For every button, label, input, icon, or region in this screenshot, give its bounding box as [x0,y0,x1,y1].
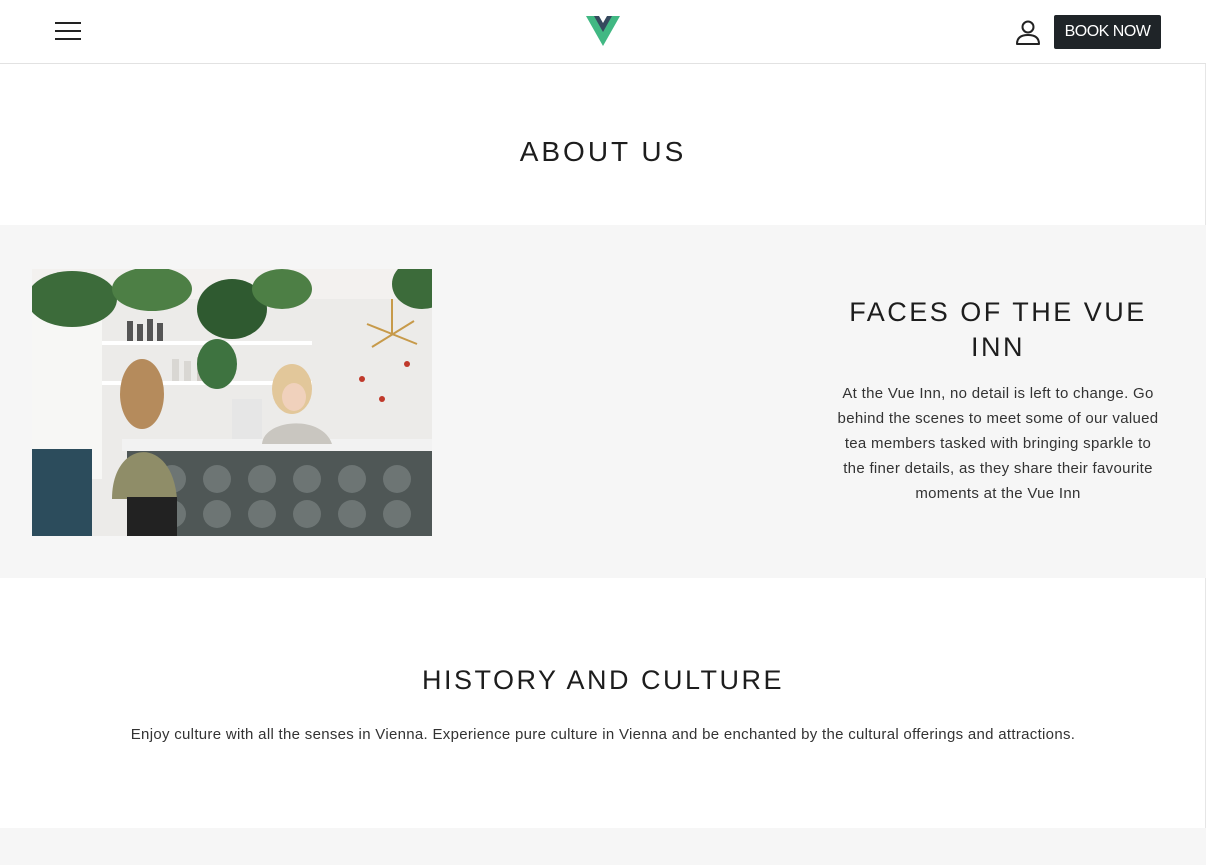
reception-photo [32,269,432,536]
page-title: ABOUT US [519,136,687,167]
hamburger-menu-icon[interactable] [55,22,81,42]
faces-text-block: FACES OF THE VUE INN At the Vue Inn, no … [833,295,1163,506]
faces-description: At the Vue Inn, no detail is left to cha… [837,385,1159,502]
book-now-button[interactable]: BOOK NOW [1054,15,1161,49]
next-section-band [0,828,1206,865]
faces-section: FACES OF THE VUE INN At the Vue Inn, no … [0,225,1206,578]
history-title: HISTORY AND CULTURE [421,665,785,695]
history-description: Enjoy culture with all the senses in Vie… [130,726,1076,743]
top-navbar: BOOK NOW [0,0,1206,64]
user-account-icon[interactable] [1014,18,1042,46]
vue-logo-icon[interactable] [586,16,620,46]
faces-title: FACES OF THE VUE INN [849,297,1147,362]
